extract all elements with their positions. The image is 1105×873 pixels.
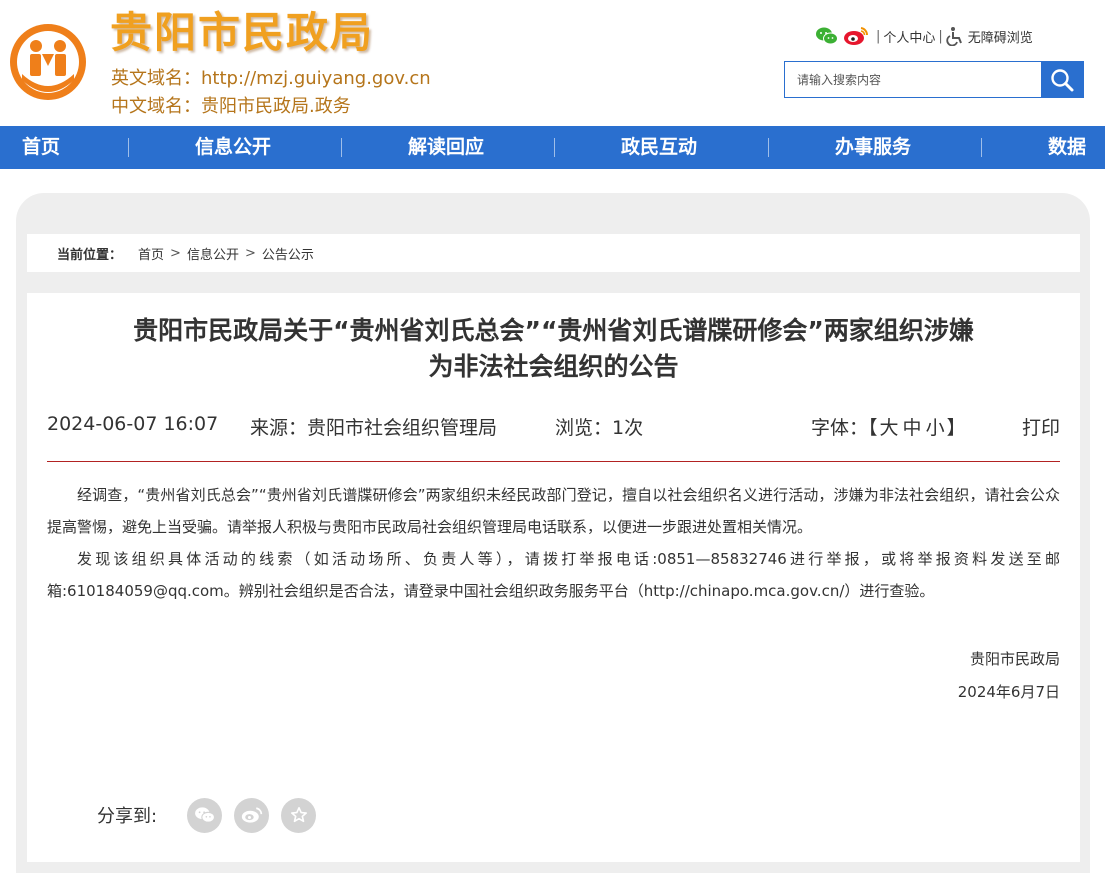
breadcrumb-label: 当前位置： [57, 247, 123, 263]
site-header: 贵阳市民政局 英文域名：http://mzj.guiyang.gov.cn 中文… [0, 0, 1105, 126]
nav-item-interpretation[interactable]: 解读回应 [408, 126, 484, 169]
breadcrumb-item-notices[interactable]: 公告公示 [262, 244, 314, 263]
publish-date: 2024-06-07 16:07 [47, 413, 219, 435]
share-favorite-button[interactable] [281, 797, 317, 833]
source-value: 贵阳市社会组织管理局 [307, 417, 498, 439]
site-title: 贵阳市民政局 [110, 8, 375, 57]
search-box [784, 61, 1084, 98]
search-input[interactable] [785, 62, 1041, 97]
domain-en: 英文域名：http://mzj.guiyang.gov.cn [111, 68, 431, 89]
tool-separator: | [938, 28, 943, 44]
article-title: 贵阳市民政局关于“贵州省刘氏总会”“贵州省刘氏谱牒研修会”两家组织涉嫌 为非法社… [47, 313, 1060, 385]
article-paragraph: 发现该组织具体活动的线索（如活动场所、负责人等），请拨打举报电话:0851—85… [47, 550, 1060, 600]
nav-item-interaction[interactable]: 政民互动 [621, 126, 697, 169]
personal-center-link[interactable]: 个人中心 [883, 27, 935, 46]
nav-separator [128, 138, 129, 157]
article-container: 贵阳市民政局关于“贵州省刘氏总会”“贵州省刘氏谱牒研修会”两家组织涉嫌 为非法社… [27, 293, 1080, 862]
weibo-icon [241, 807, 262, 823]
nav-item-services[interactable]: 办事服务 [835, 126, 911, 169]
article-source: 来源：贵阳市社会组织管理局 [250, 413, 497, 440]
article-title-line: 贵阳市民政局关于“贵州省刘氏总会”“贵州省刘氏谱牒研修会”两家组织涉嫌 [133, 316, 974, 345]
signature-date: 2024年6月7日 [957, 683, 1060, 701]
signature-org: 贵阳市民政局 [969, 650, 1060, 668]
accessible-browse-link[interactable]: 无障碍浏览 [968, 27, 1033, 46]
breadcrumb: 当前位置： 首页 > 信息公开 > 公告公示 [27, 234, 1080, 272]
nav-separator [768, 138, 769, 157]
search-icon [1051, 68, 1074, 91]
share-weibo-button[interactable] [234, 797, 270, 833]
source-label: 来源： [250, 417, 308, 439]
breadcrumb-separator: > [170, 245, 181, 261]
article-title-line: 为非法社会组织的公告 [428, 352, 679, 381]
wheelchair-icon[interactable] [946, 26, 964, 46]
font-bracket: 】 [946, 417, 966, 439]
share-wechat-button[interactable] [187, 797, 223, 833]
civil-affairs-emblem-icon[interactable] [8, 18, 88, 106]
font-medium-button[interactable]: 中 [903, 417, 922, 439]
article-body: 经调查，“贵州省刘氏总会”“贵州省刘氏谱牒研修会”两家组织未经民政部门登记，擅自… [47, 479, 1060, 607]
font-large-button[interactable]: 大 [880, 417, 899, 439]
main-nav: 首页 信息公开 解读回应 政民互动 办事服务 数据 [0, 126, 1105, 169]
article-meta: 2024-06-07 16:07 来源：贵阳市社会组织管理局 浏览：1次 字体：… [47, 413, 1060, 443]
wechat-icon[interactable] [815, 26, 839, 46]
nav-separator [981, 138, 982, 157]
view-count: 浏览：1次 [555, 413, 643, 440]
article-paragraph: 经调查，“贵州省刘氏总会”“贵州省刘氏谱牒研修会”两家组织未经民政部门登记，擅自… [47, 486, 1060, 536]
tool-separator: | [876, 28, 881, 44]
views-value: 1次 [612, 417, 644, 439]
breadcrumb-item-home[interactable]: 首页 [138, 244, 164, 263]
nav-item-data[interactable]: 数据 [1048, 126, 1086, 169]
nav-separator [554, 138, 555, 157]
breadcrumb-item-info-public[interactable]: 信息公开 [187, 244, 239, 263]
breadcrumb-separator: > [244, 245, 256, 261]
nav-separator [341, 138, 342, 157]
title-divider [47, 461, 1060, 462]
star-icon [290, 806, 307, 823]
print-button[interactable]: 打印 [1022, 413, 1060, 440]
views-label: 浏览： [555, 417, 613, 439]
share-bar: 分享到: [97, 797, 328, 833]
font-small-button[interactable]: 小 [926, 417, 945, 439]
wechat-icon [194, 807, 215, 823]
font-label: 字体： [811, 417, 869, 439]
font-size-controls: 字体：【大中小】 [811, 413, 966, 440]
nav-item-info-public[interactable]: 信息公开 [195, 126, 271, 169]
domain-cn: 中文域名：贵阳市民政局.政务 [111, 96, 351, 117]
article-signature: 贵阳市民政局 2024年6月7日 [958, 643, 1060, 709]
top-tools: | 个人中心 | 无障碍浏览 [815, 24, 1033, 48]
weibo-icon[interactable] [843, 26, 869, 46]
search-button[interactable] [1041, 62, 1083, 97]
nav-item-home[interactable]: 首页 [22, 126, 60, 169]
share-label: 分享到: [97, 806, 158, 827]
font-bracket: 【 [868, 417, 878, 439]
